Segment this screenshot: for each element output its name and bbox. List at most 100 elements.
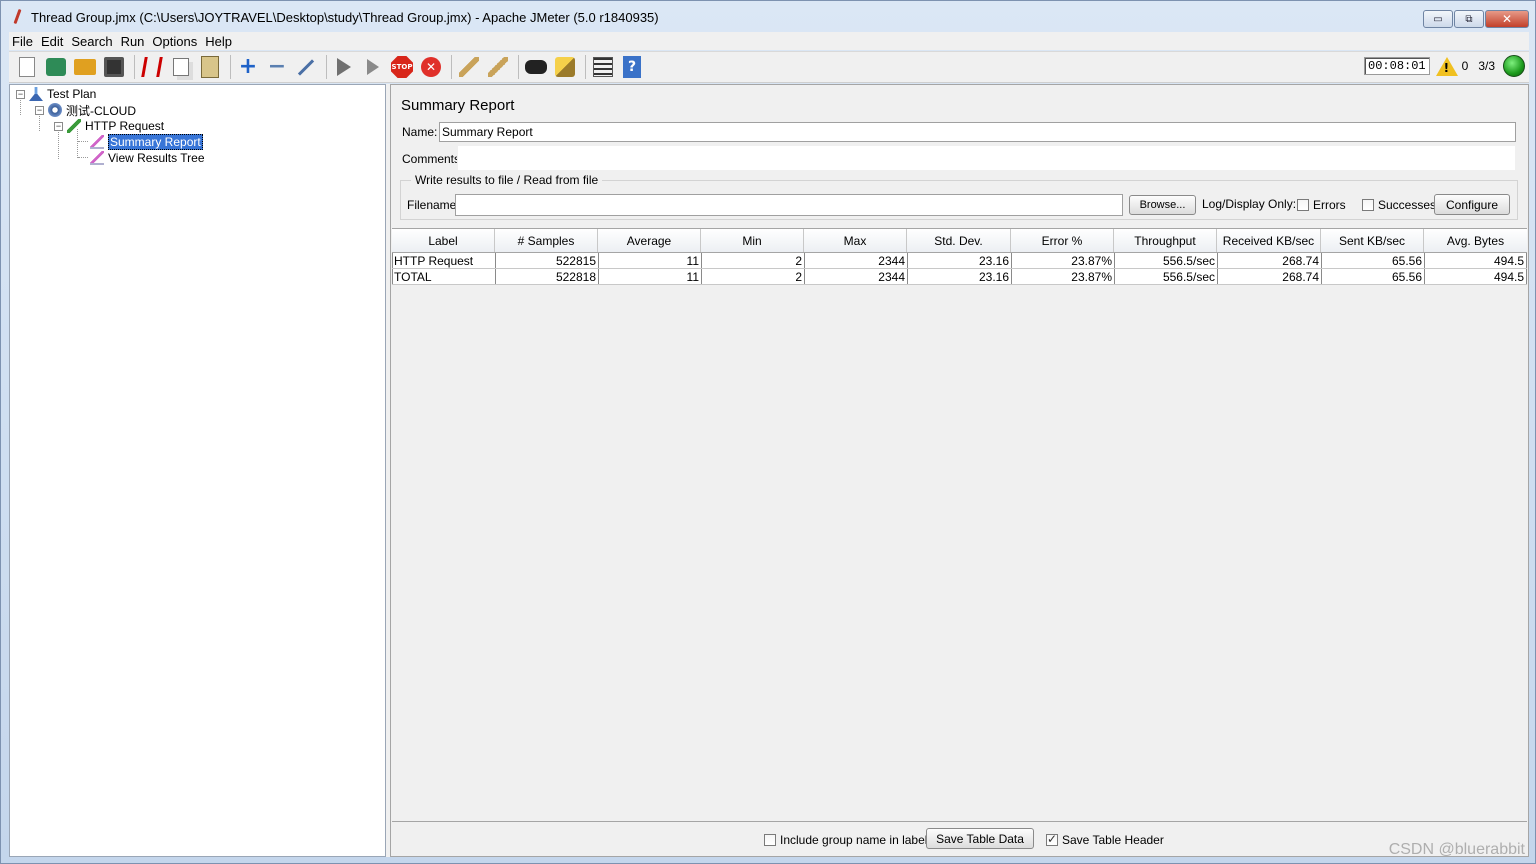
name-input[interactable]: [439, 122, 1516, 142]
column-header-average[interactable]: Average: [598, 229, 701, 252]
stop-button[interactable]: STOP: [389, 54, 415, 80]
active-threads: 3/3: [1478, 59, 1495, 73]
toggle-button[interactable]: [293, 54, 319, 80]
results-table[interactable]: Label # Samples Average Min Max Std. Dev…: [392, 228, 1527, 822]
copy-button[interactable]: [168, 54, 194, 80]
expand-button[interactable]: +: [235, 54, 261, 80]
restore-button[interactable]: ⧉: [1454, 10, 1484, 28]
tree-connector: [78, 141, 88, 142]
jmeter-feather-icon: [11, 9, 25, 25]
column-header-max[interactable]: Max: [804, 229, 907, 252]
cut-button[interactable]: [139, 54, 165, 80]
cell-received-kb: 268.74: [1217, 253, 1322, 268]
function-helper-button[interactable]: [590, 54, 616, 80]
save-button[interactable]: [101, 54, 127, 80]
tree-item-thread-group[interactable]: − 测试-CLOUD: [35, 102, 136, 118]
name-label: Name:: [402, 125, 438, 139]
start-no-pauses-button[interactable]: [360, 54, 386, 80]
successes-checkbox[interactable]: [1362, 199, 1374, 211]
cell-throughput: 556.5/sec: [1114, 253, 1218, 268]
column-header-min[interactable]: Min: [701, 229, 804, 252]
include-group-checkbox-wrap[interactable]: Include group name in label?: [764, 833, 934, 847]
cell-error-pct: 23.87%: [1011, 269, 1115, 284]
cell-avg-bytes: 494.5: [1424, 253, 1527, 268]
new-icon: [19, 57, 35, 77]
cell-max: 2344: [804, 253, 908, 268]
file-group: Write results to file / Read from file F…: [400, 173, 1518, 220]
reset-search-button[interactable]: [552, 54, 578, 80]
summary-report-panel: Summary Report Name: Comments: Write res…: [390, 84, 1529, 857]
menu-options[interactable]: Options: [152, 34, 197, 49]
clear-all-button[interactable]: [485, 54, 511, 80]
table-row[interactable]: TOTAL 522818 11 2 2344 23.16 23.87% 556.…: [392, 269, 1527, 285]
configure-button[interactable]: Configure: [1434, 194, 1510, 215]
tree-item-label: Test Plan: [47, 87, 97, 101]
start-button[interactable]: [331, 54, 357, 80]
column-header-avg-bytes[interactable]: Avg. Bytes: [1424, 229, 1527, 252]
shutdown-button[interactable]: ✕: [418, 54, 444, 80]
cell-min: 2: [701, 269, 805, 284]
panel-title: Summary Report: [401, 97, 515, 114]
stop-icon: STOP: [391, 56, 413, 78]
save-table-header-checkbox-wrap[interactable]: Save Table Header: [1046, 832, 1164, 847]
tree-item-summary-report[interactable]: Summary Report: [90, 134, 203, 150]
column-header-error-pct[interactable]: Error %: [1011, 229, 1114, 252]
column-header-throughput[interactable]: Throughput: [1114, 229, 1217, 252]
templates-button[interactable]: [43, 54, 69, 80]
save-table-data-button[interactable]: Save Table Data: [926, 828, 1034, 849]
warning-icon[interactable]: [1435, 56, 1458, 76]
tree-item-label: View Results Tree: [108, 151, 205, 165]
watermark: CSDN @bluerabbit: [1388, 841, 1525, 858]
comments-label: Comments:: [402, 152, 464, 166]
save-table-header-checkbox[interactable]: [1046, 832, 1058, 846]
title-bar[interactable]: Thread Group.jmx (C:\Users\JOYTRAVEL\Des…: [1, 1, 1535, 33]
toolbar: + − STOP ✕ ? 00:08:01 0 3/3: [9, 51, 1529, 83]
save-icon: [104, 57, 124, 77]
collapse-toggle-icon[interactable]: −: [35, 105, 44, 115]
column-header-std-dev[interactable]: Std. Dev.: [907, 229, 1011, 252]
cell-min: 2: [701, 253, 805, 268]
collapse-toggle-icon[interactable]: −: [54, 121, 63, 131]
new-button[interactable]: [14, 54, 40, 80]
close-button[interactable]: ✕: [1485, 10, 1529, 28]
include-group-checkbox[interactable]: [764, 834, 776, 846]
menu-file[interactable]: File: [12, 34, 33, 49]
search-button[interactable]: [523, 54, 549, 80]
menu-edit[interactable]: Edit: [41, 34, 63, 49]
clear-button[interactable]: [456, 54, 482, 80]
errors-checkbox-wrap[interactable]: Errors: [1297, 198, 1346, 212]
open-button[interactable]: [72, 54, 98, 80]
collapse-toggle-icon[interactable]: −: [16, 89, 25, 99]
column-header-received-kb[interactable]: Received KB/sec: [1217, 229, 1321, 252]
tree-item-view-results-tree[interactable]: View Results Tree: [90, 150, 205, 166]
cell-samples: 522815: [495, 253, 599, 268]
help-button[interactable]: ?: [619, 54, 645, 80]
menu-run[interactable]: Run: [121, 34, 145, 49]
cell-avg-bytes: 494.5: [1424, 269, 1527, 284]
collapse-button[interactable]: −: [264, 54, 290, 80]
filename-input[interactable]: [455, 194, 1123, 216]
menu-search[interactable]: Search: [71, 34, 112, 49]
menu-help[interactable]: Help: [205, 34, 232, 49]
comments-input[interactable]: [457, 145, 1516, 171]
sampler-pipette-icon: [67, 119, 81, 133]
errors-checkbox[interactable]: [1297, 199, 1309, 211]
templates-icon: [46, 58, 66, 76]
browse-button[interactable]: Browse...: [1129, 195, 1196, 215]
toolbar-separator: [326, 55, 327, 79]
log-display-label: Log/Display Only:: [1202, 197, 1297, 211]
minimize-button[interactable]: ▭: [1423, 10, 1453, 28]
column-header-sent-kb[interactable]: Sent KB/sec: [1321, 229, 1424, 252]
start-icon: [337, 58, 351, 76]
cell-samples: 522818: [495, 269, 599, 284]
tree-item-http-request[interactable]: − HTTP Request: [54, 118, 164, 134]
tree-item-test-plan[interactable]: − Test Plan: [16, 86, 96, 102]
thread-group-gear-icon: [48, 103, 62, 117]
successes-checkbox-wrap[interactable]: Successes: [1362, 198, 1436, 212]
table-row[interactable]: HTTP Request 522815 11 2 2344 23.16 23.8…: [392, 253, 1527, 269]
column-header-label[interactable]: Label: [392, 229, 495, 252]
column-header-samples[interactable]: # Samples: [495, 229, 598, 252]
filename-label: Filename: [407, 198, 457, 212]
toolbar-separator: [518, 55, 519, 79]
paste-button[interactable]: [197, 54, 223, 80]
